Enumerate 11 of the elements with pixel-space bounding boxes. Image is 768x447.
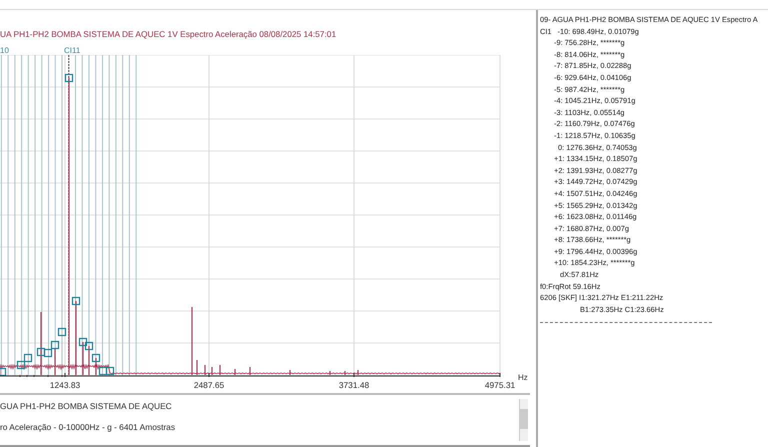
scrollbar[interactable] (519, 399, 528, 441)
cursor-label: CI11 (64, 46, 80, 55)
cursor-label: 10 (0, 46, 9, 55)
info-text: GUA PH1-PH2 BOMBA SISTEMA DE AQUEC (0, 401, 173, 411)
info-text: ro Aceleração - 0-10000Hz - g - 6401 Amostras (0, 422, 176, 432)
chart-title: UA PH1-PH2 BOMBA SISTEMA DE AQUEC 1V Espectro Aceleração 08/08/2025 14:57:01 (0, 29, 336, 39)
axis-tick-label: 2487.65 (194, 380, 224, 390)
axis-tick-label: 1243.83 (50, 380, 80, 390)
axis-unit-label: Hz (518, 373, 528, 382)
axis-tick-label: 4975.31 (484, 380, 516, 390)
axis-tick-label: 3731.48 (338, 380, 370, 390)
